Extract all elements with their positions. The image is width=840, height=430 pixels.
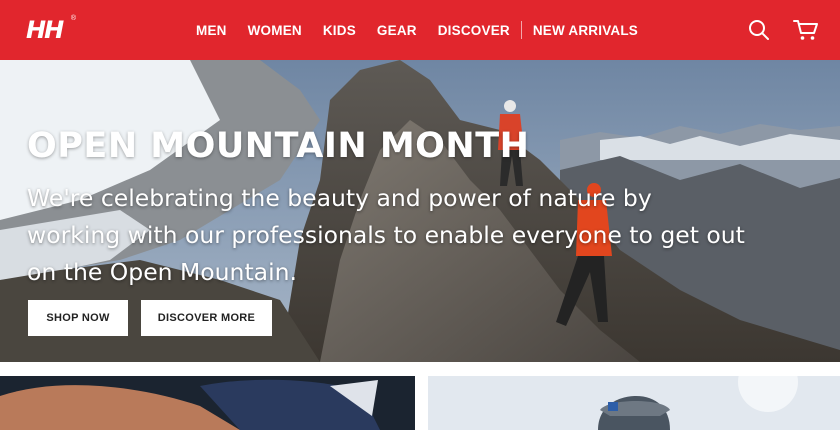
hero-title: OPEN MOUNTAIN MONTH xyxy=(27,126,530,166)
brand-logo[interactable]: HH ® xyxy=(26,15,78,44)
nav-item-new-arrivals[interactable]: NEW ARRIVALS xyxy=(533,23,638,38)
site-header: HH ® MEN WOMEN KIDS GEAR DISCOVER NEW AR… xyxy=(0,0,840,60)
discover-more-button[interactable]: DISCOVER MORE xyxy=(141,300,272,336)
logo-text: HH xyxy=(26,16,64,44)
promo-tile-right-image xyxy=(428,376,840,430)
nav-item-discover[interactable]: DISCOVER xyxy=(438,23,510,38)
promo-tile-right[interactable] xyxy=(428,376,840,430)
shop-now-button[interactable]: SHOP NOW xyxy=(28,300,128,336)
search-icon[interactable] xyxy=(747,18,771,42)
logo-registered-mark: ® xyxy=(70,15,76,22)
main-nav: MEN WOMEN KIDS GEAR DISCOVER NEW ARRIVAL… xyxy=(196,0,659,60)
nav-item-gear[interactable]: GEAR xyxy=(377,23,417,38)
nav-item-kids[interactable]: KIDS xyxy=(323,23,356,38)
cart-icon[interactable] xyxy=(793,18,818,42)
nav-item-men[interactable]: MEN xyxy=(196,23,227,38)
hero-description: We're celebrating the beauty and power o… xyxy=(27,184,745,286)
nav-item-women[interactable]: WOMEN xyxy=(248,23,302,38)
hero-banner: OPEN MOUNTAIN MONTH We're celebrating th… xyxy=(0,60,840,362)
promo-tile-left-image xyxy=(0,376,415,430)
promo-tile-left[interactable] xyxy=(0,376,415,430)
nav-divider xyxy=(520,21,522,39)
